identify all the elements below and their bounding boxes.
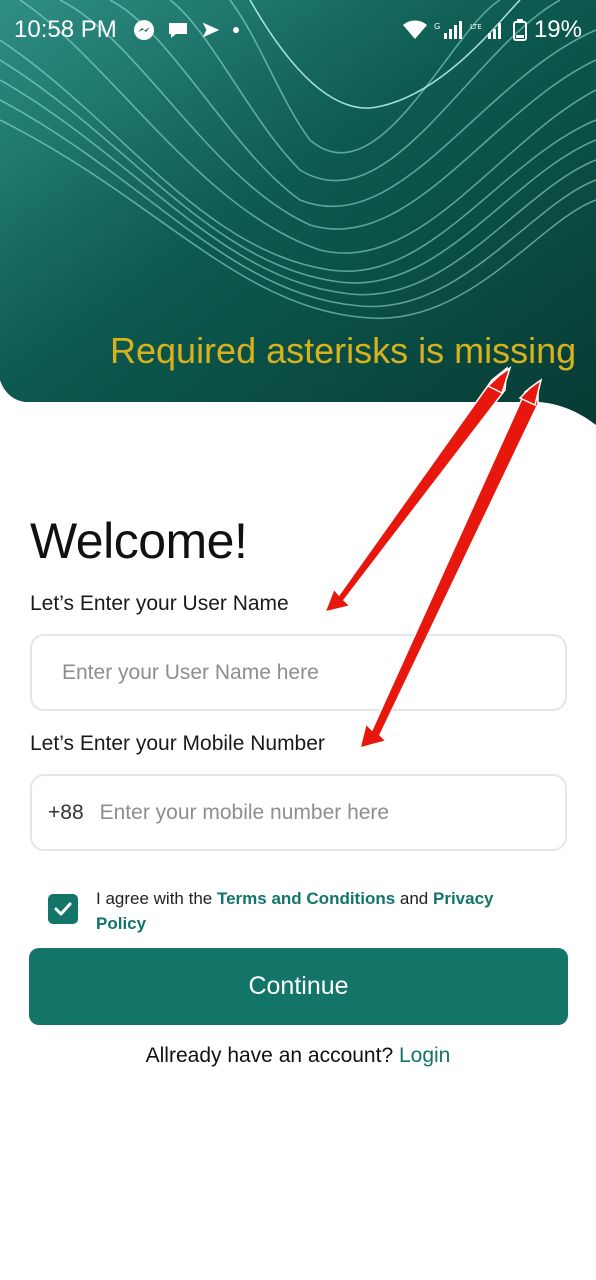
country-code-prefix: +88: [48, 800, 84, 824]
svg-text:G: G: [434, 22, 440, 31]
wifi-icon: [402, 19, 428, 41]
signal-icon: G: [434, 19, 464, 41]
page-title: Welcome!: [30, 513, 248, 569]
agree-prefix: I agree with the: [96, 889, 217, 908]
status-time: 10:58 PM: [14, 16, 117, 43]
login-prompt: Allready have an account?: [145, 1044, 394, 1067]
agree-checkbox[interactable]: [48, 894, 78, 924]
dot-icon: [232, 26, 240, 34]
lte-signal-icon: LTE: [470, 19, 506, 41]
status-bar: 10:58 PM G LTE 19%: [0, 0, 596, 62]
user-name-input[interactable]: Enter your User Name here: [30, 634, 567, 711]
continue-button[interactable]: Continue: [29, 948, 568, 1025]
agree-row: I agree with the Terms and Conditions an…: [48, 886, 548, 936]
user-name-label: Let’s Enter your User Name: [30, 592, 289, 615]
mobile-number-placeholder: Enter your mobile number here: [99, 800, 390, 824]
login-row: Allready have an account? Login: [0, 1044, 596, 1068]
checkmark-icon: [54, 902, 72, 916]
svg-text:LTE: LTE: [470, 23, 482, 31]
chat-bubble-icon: [166, 18, 190, 42]
login-link[interactable]: Login: [399, 1044, 450, 1067]
agree-and: and: [395, 889, 433, 908]
send-icon: [200, 19, 222, 41]
user-name-placeholder: Enter your User Name here: [62, 660, 319, 684]
messenger-icon: [132, 18, 156, 42]
terms-link[interactable]: Terms and Conditions: [217, 889, 395, 908]
mobile-number-label: Let’s Enter your Mobile Number: [30, 732, 325, 755]
mobile-number-input[interactable]: +88 Enter your mobile number here: [30, 774, 567, 851]
annotation-text: Required asterisks is missing: [110, 330, 577, 371]
battery-icon: [512, 18, 528, 42]
battery-percent: 19%: [533, 16, 582, 43]
agree-text: I agree with the Terms and Conditions an…: [96, 886, 546, 936]
